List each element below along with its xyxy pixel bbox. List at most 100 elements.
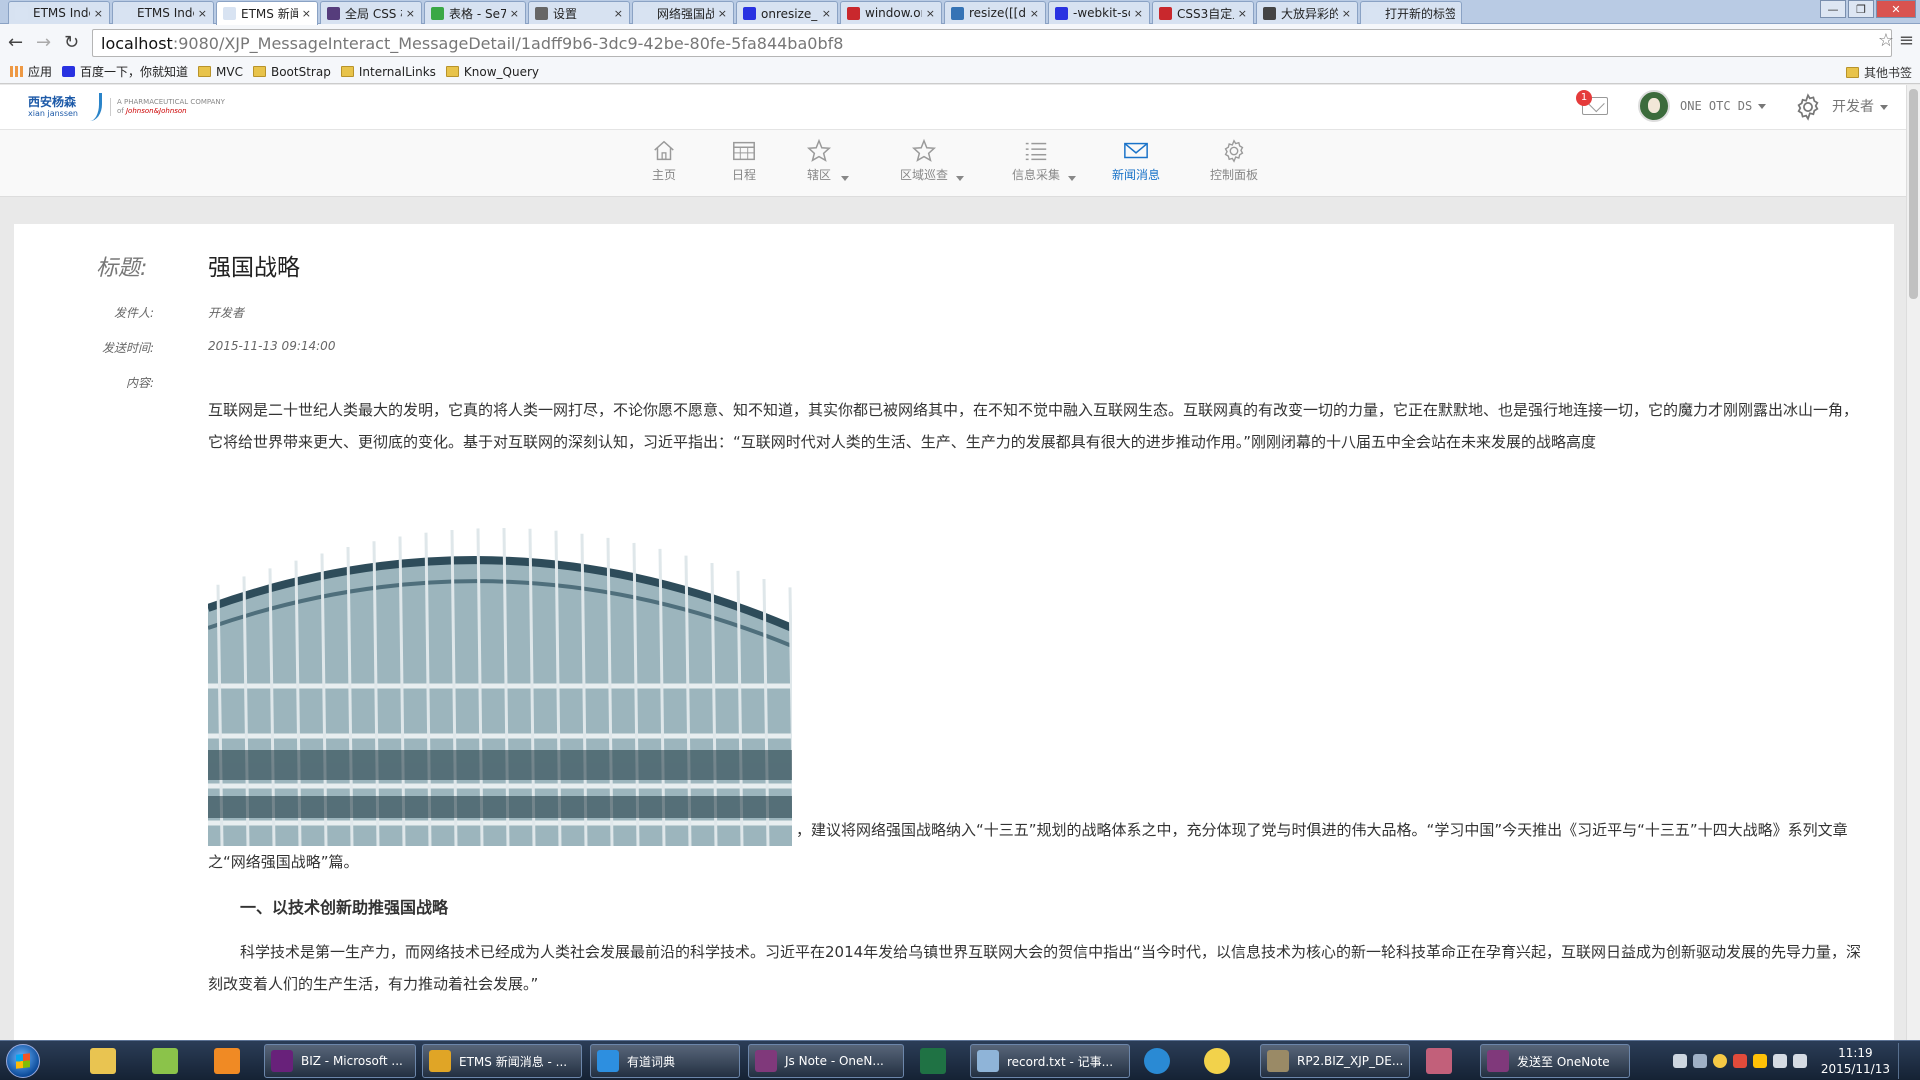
taskbar-window-button[interactable]: ETMS 新闻消息 - ... — [422, 1044, 582, 1078]
volume-icon[interactable] — [1792, 1054, 1807, 1068]
logo-tag3: Johnson&Johnson — [125, 107, 187, 115]
nav-item[interactable]: 区域巡查 — [900, 138, 965, 183]
developer-menu[interactable]: 开发者 — [1832, 96, 1888, 116]
close-icon[interactable]: × — [302, 7, 311, 20]
reload-icon[interactable]: ↻ — [64, 32, 79, 53]
close-icon[interactable]: × — [1238, 7, 1247, 20]
close-icon[interactable]: × — [1342, 7, 1351, 20]
folder-icon — [340, 66, 354, 77]
browser-tab[interactable]: 设置 × — [528, 1, 630, 24]
close-icon[interactable]: × — [926, 7, 935, 20]
bookmark-item[interactable]: Know_Query — [445, 65, 539, 79]
page-scrollbar[interactable] — [1906, 85, 1920, 1040]
nav-item[interactable]: 辖区 — [805, 138, 849, 183]
close-icon[interactable]: × — [198, 7, 207, 20]
tab-title: 表格 - Se7en — [449, 6, 506, 21]
close-window-button[interactable]: ✕ — [1876, 0, 1916, 18]
close-icon[interactable]: × — [1134, 7, 1143, 20]
browser-tab[interactable]: -webkit-scro × — [1048, 1, 1150, 24]
taskbar-window-button[interactable]: Js Note - OneN... — [748, 1044, 904, 1078]
browser-tab[interactable]: 表格 - Se7en × — [424, 1, 526, 24]
close-icon[interactable]: × — [94, 7, 103, 20]
browser-menu-icon[interactable]: ≡ — [1899, 30, 1914, 51]
taskbar-window-button[interactable]: record.txt - 记事... — [970, 1044, 1130, 1078]
close-icon[interactable]: × — [822, 7, 831, 20]
settings-gear-icon[interactable] — [1794, 93, 1822, 121]
bookmark-item[interactable]: 应用 — [10, 63, 52, 80]
show-desktop-button[interactable] — [1898, 1043, 1910, 1079]
task-label: RP2.BIZ_XJP_DE... — [1297, 1054, 1404, 1068]
nav-item[interactable]: 控制面板 — [1210, 138, 1258, 183]
address-bar[interactable]: localhost:9080/XJP_MessageInteract_Messa… — [92, 29, 1892, 57]
chevron-down-icon — [1758, 104, 1767, 109]
browser-tab[interactable]: resize([[data × — [944, 1, 1046, 24]
browser-tab[interactable]: ETMS 新闻消 × — [216, 1, 318, 25]
pdf-pinned[interactable] — [204, 1044, 250, 1078]
logo-swoosh-icon — [82, 93, 102, 121]
close-icon[interactable]: × — [510, 7, 519, 20]
stadium-roof-illustration — [208, 458, 792, 846]
nav-item[interactable]: 主页 — [650, 138, 678, 183]
other-bookmarks-label: 其他书签 — [1863, 66, 1912, 80]
close-icon[interactable]: × — [718, 7, 727, 20]
avatar[interactable] — [1638, 90, 1670, 122]
bookmark-item[interactable]: InternalLinks — [340, 65, 436, 79]
minimize-button[interactable]: — — [1820, 0, 1846, 18]
show-hidden-icon[interactable] — [1692, 1054, 1707, 1068]
message-detail-card: 标题: 强国战略 发件人: 开发者 发送时间: 2015-11-13 09:14… — [14, 224, 1894, 1040]
tray-icons — [1667, 1054, 1807, 1068]
chevron-down-icon — [1880, 104, 1888, 110]
database-pinned[interactable] — [1416, 1044, 1462, 1078]
bookmark-item[interactable]: 百度一下，你就知道 — [62, 63, 188, 80]
network-icon[interactable] — [1772, 1054, 1787, 1068]
browser-tab[interactable]: ETMS Index × — [112, 1, 214, 24]
browser-tab[interactable]: 全局 CSS 样式 × — [320, 1, 422, 24]
clock-date: 2015/11/13 — [1820, 1062, 1890, 1076]
start-button[interactable] — [6, 1044, 40, 1078]
close-icon[interactable]: × — [1030, 7, 1039, 20]
scrollbar-thumb[interactable] — [1909, 89, 1918, 299]
send-time-value: 2015-11-13 09:14:00 — [208, 339, 336, 353]
antivirus-icon[interactable] — [1732, 1054, 1747, 1068]
nav-item[interactable]: 日程 — [730, 138, 758, 183]
browser-tab[interactable]: 网络强国战略 × — [632, 1, 734, 24]
taskbar-window-button[interactable]: 有道词典 — [590, 1044, 740, 1078]
browser-tab[interactable]: window.onre × — [840, 1, 942, 24]
bookmark-label: 百度一下，你就知道 — [80, 65, 189, 79]
restore-button[interactable]: ❐ — [1848, 0, 1874, 18]
paint-pinned[interactable] — [1194, 1044, 1240, 1078]
company-logo[interactable]: 西安杨森 xian janssen A PHARMACEUTICAL COMPA… — [28, 93, 225, 121]
keyboard-icon[interactable] — [1672, 1054, 1687, 1068]
nav-item[interactable]: 新闻消息 — [1112, 138, 1160, 183]
database-icon — [1426, 1048, 1452, 1074]
browser-tab[interactable]: CSS3自定义 × — [1152, 1, 1254, 24]
close-icon[interactable]: × — [614, 7, 623, 20]
warning-icon[interactable] — [1752, 1054, 1767, 1068]
browser-tab[interactable]: 大放异彩的伪 × — [1256, 1, 1358, 24]
browser-tab[interactable]: 打开新的标签页 — [1360, 1, 1462, 24]
forward-icon[interactable]: → — [36, 32, 51, 53]
browser-tab[interactable]: ETMS Index × — [8, 1, 110, 24]
nav-item[interactable]: 信息采集 — [1012, 138, 1077, 183]
browser-tab[interactable]: onresize_百度 × — [736, 1, 838, 24]
close-icon[interactable]: × — [406, 7, 415, 20]
bookmark-item[interactable]: MVC — [198, 65, 243, 79]
bookmark-item[interactable]: BootStrap — [252, 65, 331, 79]
logo-cn: 西安杨森 — [28, 95, 77, 109]
other-bookmarks[interactable]: 其他书签 — [1845, 64, 1912, 81]
back-icon[interactable]: ← — [8, 32, 23, 53]
explorer-pinned[interactable] — [80, 1044, 126, 1078]
user-menu[interactable]: ONE OTC DS — [1680, 99, 1767, 113]
bookmark-star-icon[interactable]: ☆ — [1878, 30, 1894, 51]
taskbar-window-button[interactable]: 发送至 OneNote — [1480, 1044, 1630, 1078]
excel-pinned[interactable] — [910, 1044, 956, 1078]
baidu-icon — [743, 6, 756, 20]
notepadpp-pinned[interactable] — [142, 1044, 188, 1078]
ie-pinned[interactable] — [1134, 1044, 1180, 1078]
taskbar-window-button[interactable]: RP2.BIZ_XJP_DE... — [1260, 1044, 1410, 1078]
smiley-icon[interactable] — [1712, 1054, 1727, 1068]
system-clock[interactable]: 11:19 2015/11/13 — [1821, 1045, 1890, 1077]
logo-tag1: A PHARMACEUTICAL COMPANY — [117, 98, 225, 106]
browser-toolbar: ← → ↻ localhost:9080/XJP_MessageInteract… — [0, 24, 1920, 60]
taskbar-window-button[interactable]: BIZ - Microsoft ... — [264, 1044, 416, 1078]
